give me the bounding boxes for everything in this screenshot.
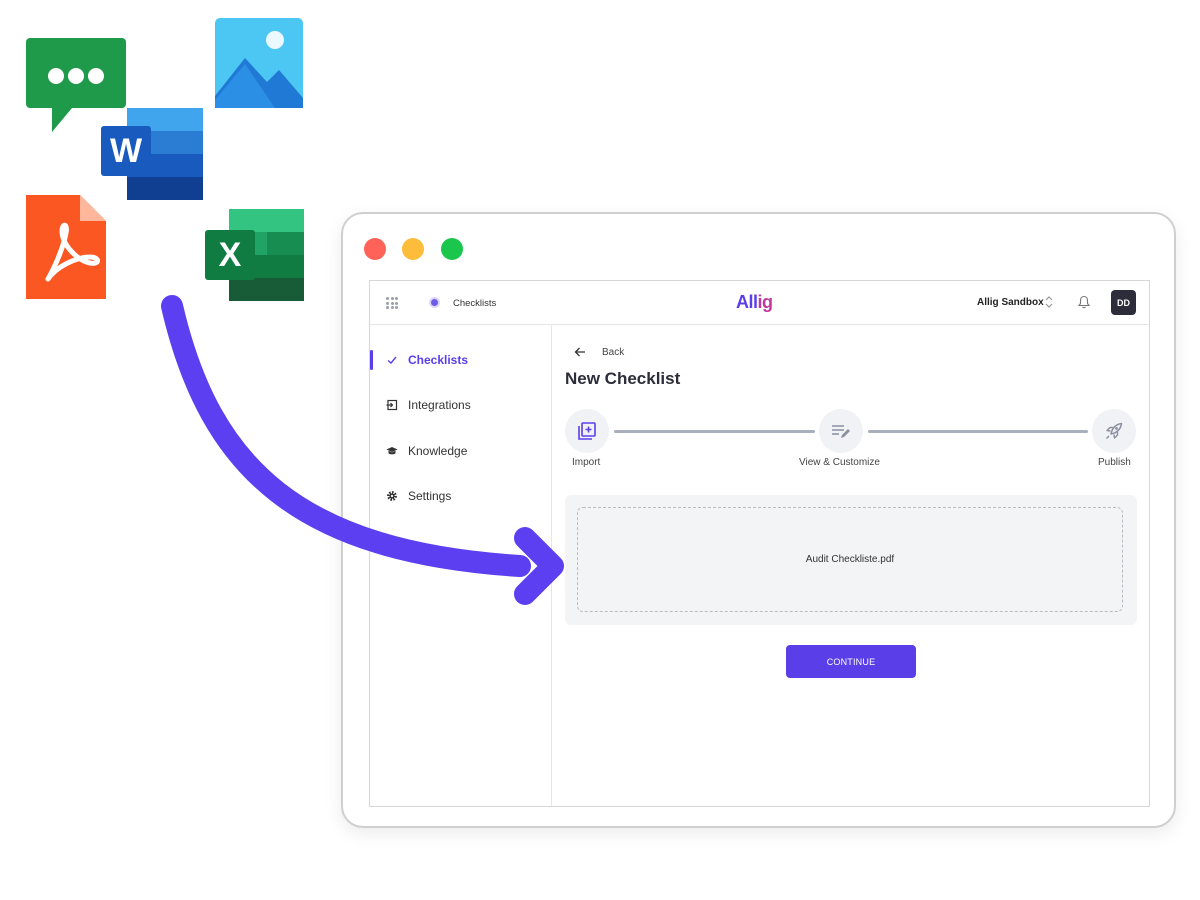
- app-logo[interactable]: Allig: [736, 292, 773, 313]
- sidebar-item-knowledge[interactable]: Knowledge: [370, 437, 550, 465]
- edit-list-icon: [832, 425, 850, 438]
- browser-window: Checklists Allig Allig Sandbox DD Checkl…: [341, 212, 1176, 828]
- avatar[interactable]: DD: [1111, 290, 1136, 315]
- app-frame: Checklists Allig Allig Sandbox DD Checkl…: [369, 280, 1150, 807]
- rocket-icon: [1106, 422, 1123, 439]
- step-connector: [868, 430, 1088, 433]
- excel-icon: X: [205, 209, 304, 301]
- image-icon: [215, 18, 303, 108]
- step-import[interactable]: [565, 409, 609, 453]
- svg-text:X: X: [219, 236, 242, 274]
- sidebar-item-settings[interactable]: Settings: [370, 482, 550, 510]
- back-link[interactable]: Back: [602, 347, 624, 358]
- arrow-left-icon[interactable]: [573, 345, 587, 359]
- logo-suffix: ig: [757, 292, 774, 312]
- page-title: New Checklist: [565, 369, 681, 388]
- sidebar-item-checklists[interactable]: Checklists: [370, 346, 550, 374]
- close-window-button[interactable]: [364, 238, 386, 260]
- breadcrumb-dot-icon: [431, 299, 438, 306]
- bell-icon[interactable]: [1077, 295, 1091, 309]
- uploaded-file-name: Audit Checkliste.pdf: [805, 554, 895, 565]
- upload-area: Audit Checkliste.pdf: [565, 495, 1137, 625]
- apps-grid-icon[interactable]: [386, 297, 398, 309]
- sidebar-item-label: Knowledge: [408, 444, 468, 458]
- sidebar-item-label: Checklists: [408, 353, 469, 367]
- sidebar: Checklists Integrations Knowledge Settin…: [370, 324, 552, 806]
- maximize-window-button[interactable]: [441, 238, 463, 260]
- workspace-selector[interactable]: Allig Sandbox: [977, 297, 1044, 308]
- chevron-updown-icon[interactable]: [1045, 294, 1053, 310]
- main-content: Back New Checklist Import View & Customi…: [552, 324, 1149, 806]
- step-label-view-customize: View & Customize: [799, 457, 880, 468]
- step-label-import: Import: [572, 457, 601, 468]
- top-bar: Checklists Allig Allig Sandbox DD: [370, 281, 1149, 325]
- continue-button[interactable]: CONTINUE: [786, 645, 916, 678]
- logo-prefix: All: [736, 292, 758, 312]
- sidebar-item-label: Integrations: [408, 398, 471, 412]
- sidebar-item-label: Settings: [408, 489, 452, 503]
- login-icon: [386, 399, 398, 411]
- sidebar-item-integrations[interactable]: Integrations: [370, 391, 550, 419]
- gear-icon: [387, 491, 397, 501]
- step-view-customize[interactable]: [819, 409, 863, 453]
- step-connector: [614, 430, 815, 433]
- graduation-cap-icon: [386, 447, 398, 455]
- word-icon: W: [101, 108, 203, 200]
- file-dropzone[interactable]: Audit Checkliste.pdf: [577, 507, 1123, 612]
- breadcrumb[interactable]: Checklists: [453, 298, 496, 309]
- svg-text:W: W: [110, 132, 143, 170]
- minimize-window-button[interactable]: [402, 238, 424, 260]
- check-icon: [387, 356, 397, 364]
- pdf-icon: [26, 195, 106, 299]
- step-label-publish: Publish: [1098, 457, 1131, 468]
- library-add-icon: [578, 422, 596, 440]
- step-publish[interactable]: [1092, 409, 1136, 453]
